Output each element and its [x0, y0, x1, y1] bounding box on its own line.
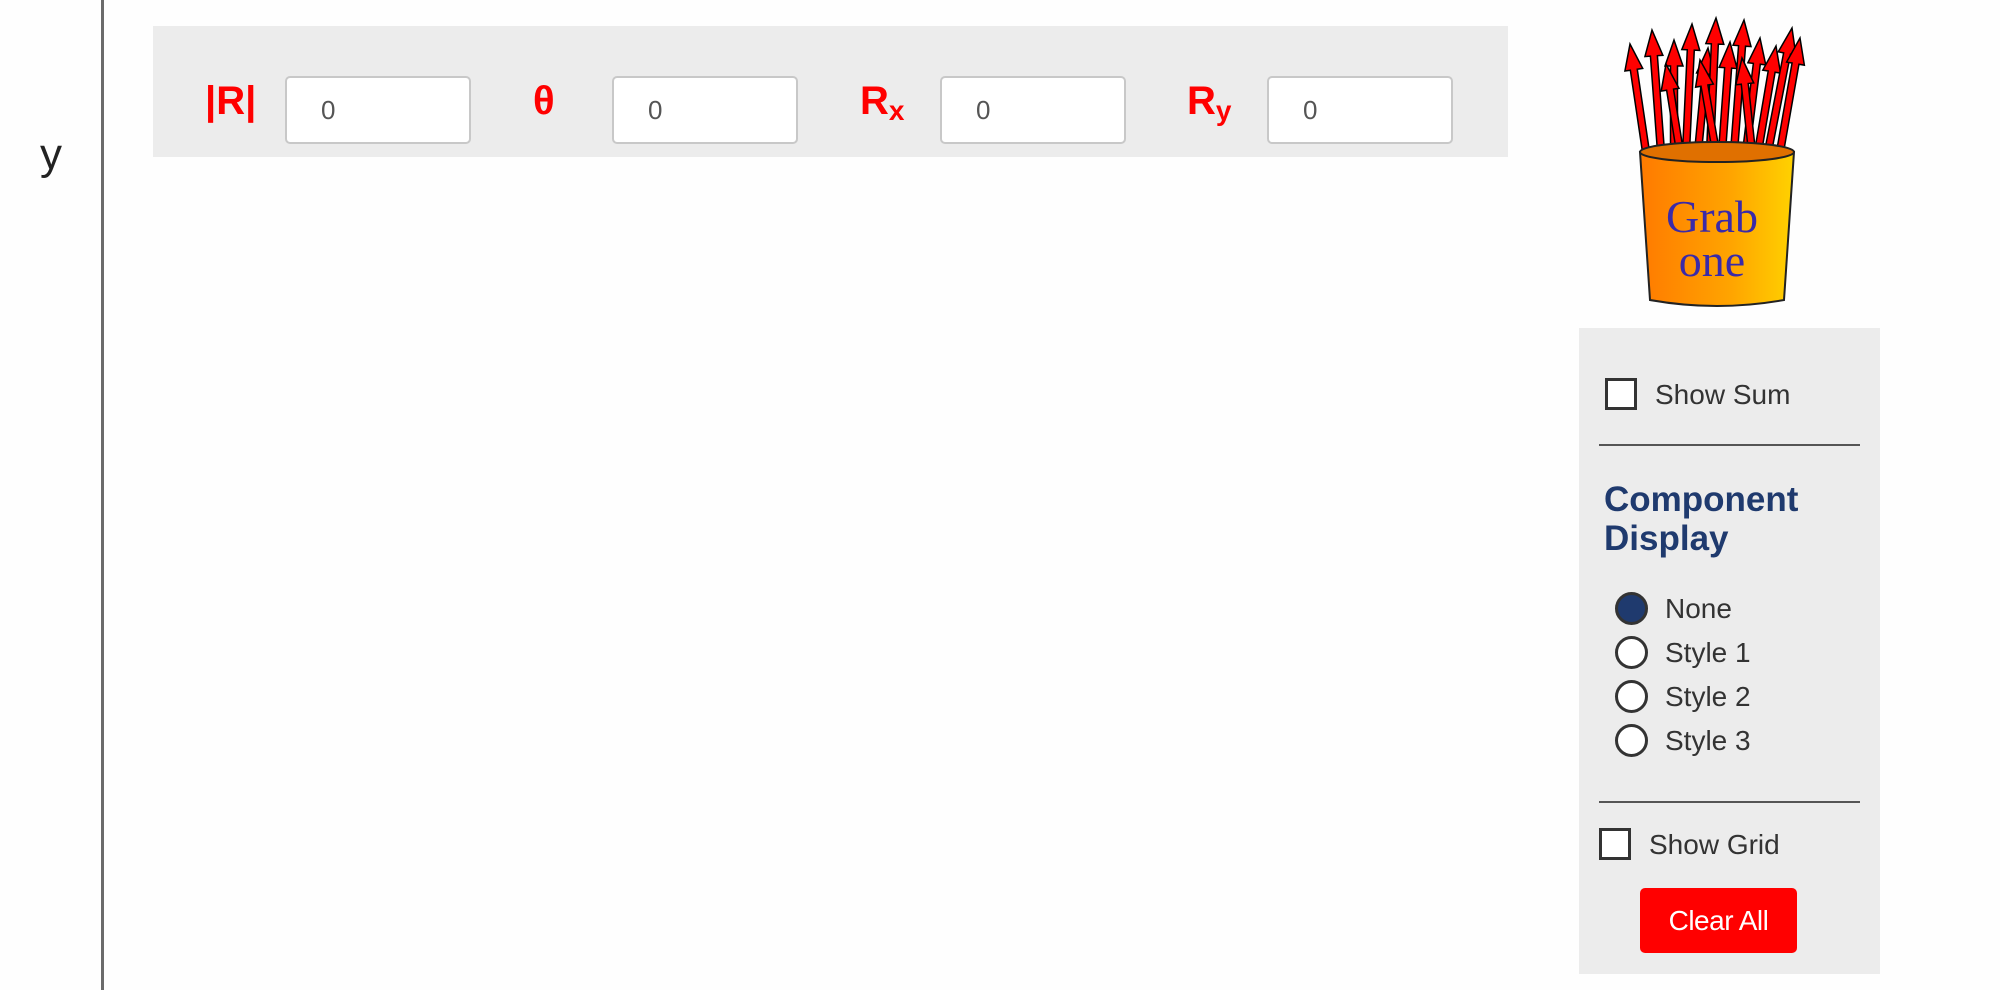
radio-style-1[interactable]	[1615, 636, 1648, 669]
magnitude-label: |R|	[205, 79, 257, 123]
rx-input[interactable]	[940, 76, 1126, 144]
radio-style-1-label[interactable]: Style 1	[1665, 639, 1751, 667]
cup-arrow-shape	[1623, 41, 1651, 154]
ry-label: Ry	[1187, 79, 1232, 126]
radio-style-3[interactable]	[1615, 724, 1648, 757]
cup-text-line2: one	[1679, 235, 1745, 286]
ry-input[interactable]	[1267, 76, 1453, 144]
magnitude-input[interactable]	[285, 76, 471, 144]
vector-readout-bar: |R| θ Rx Ry	[153, 26, 1508, 157]
clear-all-button[interactable]: Clear All	[1640, 888, 1797, 953]
angle-input[interactable]	[612, 76, 798, 144]
show-grid-checkbox[interactable]	[1599, 828, 1631, 860]
vector-cup[interactable]: Grab one	[1616, 12, 1816, 317]
radio-style-3-label[interactable]: Style 3	[1665, 727, 1751, 755]
rx-label: Rx	[860, 79, 905, 126]
radio-none-label[interactable]: None	[1665, 595, 1732, 623]
control-panel: Show Sum Component Display None Style 1 …	[1579, 328, 1880, 974]
show-sum-label[interactable]: Show Sum	[1655, 381, 1790, 409]
radio-none[interactable]	[1615, 592, 1648, 625]
y-axis-line	[101, 0, 104, 990]
component-display-heading: Component Display	[1604, 480, 1799, 558]
radio-style-2-label[interactable]: Style 2	[1665, 683, 1751, 711]
show-grid-label[interactable]: Show Grid	[1649, 831, 1780, 859]
arrow-cup-icon[interactable]: Grab one	[1616, 12, 1816, 317]
panel-divider-bottom	[1599, 801, 1860, 803]
angle-label: θ	[533, 79, 555, 123]
radio-style-2[interactable]	[1615, 680, 1648, 713]
show-sum-checkbox[interactable]	[1605, 378, 1637, 410]
y-axis-label: y	[40, 130, 62, 179]
vector-workspace[interactable]: y |R| θ Rx Ry	[0, 0, 2000, 990]
panel-divider-top	[1599, 444, 1860, 446]
